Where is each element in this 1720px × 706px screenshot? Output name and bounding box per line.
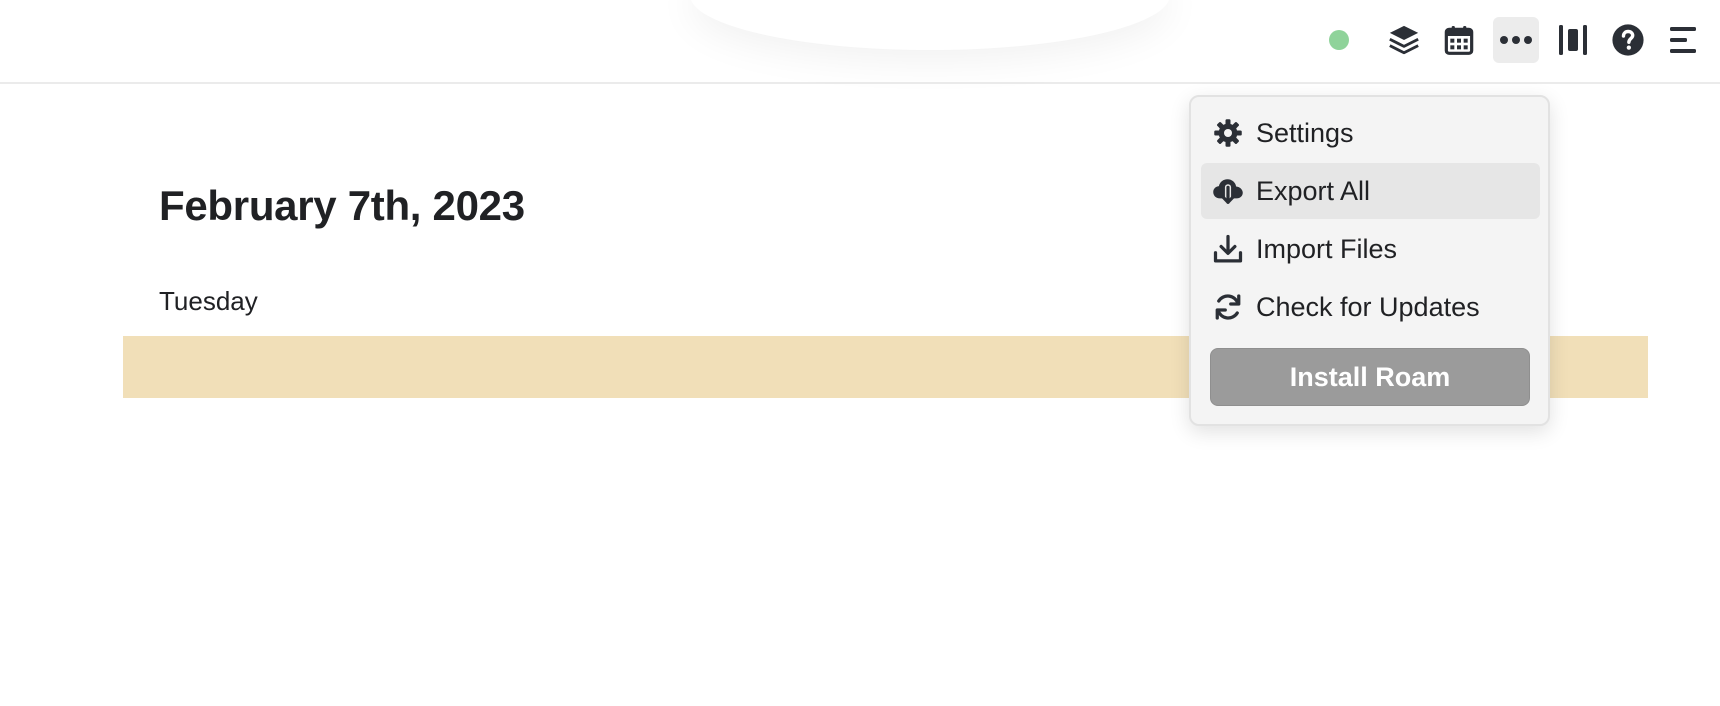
sync-status-dot[interactable] <box>1329 30 1349 50</box>
download-icon <box>1212 233 1244 265</box>
daily-notes-calendar-button[interactable] <box>1436 17 1482 63</box>
cloud-download-icon <box>1212 175 1244 207</box>
refresh-icon <box>1212 291 1244 323</box>
install-roam-button[interactable]: Install Roam <box>1210 348 1530 406</box>
menu-item-import-files[interactable]: Import Files <box>1201 221 1540 277</box>
layers-icon <box>1387 23 1421 57</box>
topbar-shadow <box>690 0 1170 50</box>
menu-item-export-all[interactable]: Export All <box>1201 163 1540 219</box>
menu-item-label: Check for Updates <box>1256 291 1480 322</box>
sidebar-toggle-icon <box>1557 23 1589 57</box>
top-bar <box>0 0 1720 84</box>
page-title[interactable]: February 7th, 2023 <box>159 182 525 230</box>
help-button[interactable] <box>1605 17 1651 63</box>
right-sidebar-button[interactable] <box>1660 17 1706 63</box>
calendar-icon <box>1443 23 1475 57</box>
more-options-button[interactable] <box>1493 17 1539 63</box>
gear-icon <box>1212 117 1244 149</box>
menu-item-settings[interactable]: Settings <box>1201 105 1540 161</box>
menu-item-check-for-updates[interactable]: Check for Updates <box>1201 279 1540 335</box>
layers-button[interactable] <box>1381 17 1427 63</box>
left-sidebar-toggle-button[interactable] <box>1550 17 1596 63</box>
more-options-menu: Settings Export All Import Files Check f… <box>1189 95 1550 426</box>
more-options-icon <box>1499 35 1533 45</box>
right-sidebar-icon <box>1667 24 1699 56</box>
menu-item-label: Export All <box>1256 175 1371 206</box>
menu-item-label: Import Files <box>1256 233 1398 264</box>
help-icon <box>1611 23 1645 57</box>
menu-item-label: Settings <box>1256 117 1354 148</box>
block-text[interactable]: Tuesday <box>159 286 258 317</box>
